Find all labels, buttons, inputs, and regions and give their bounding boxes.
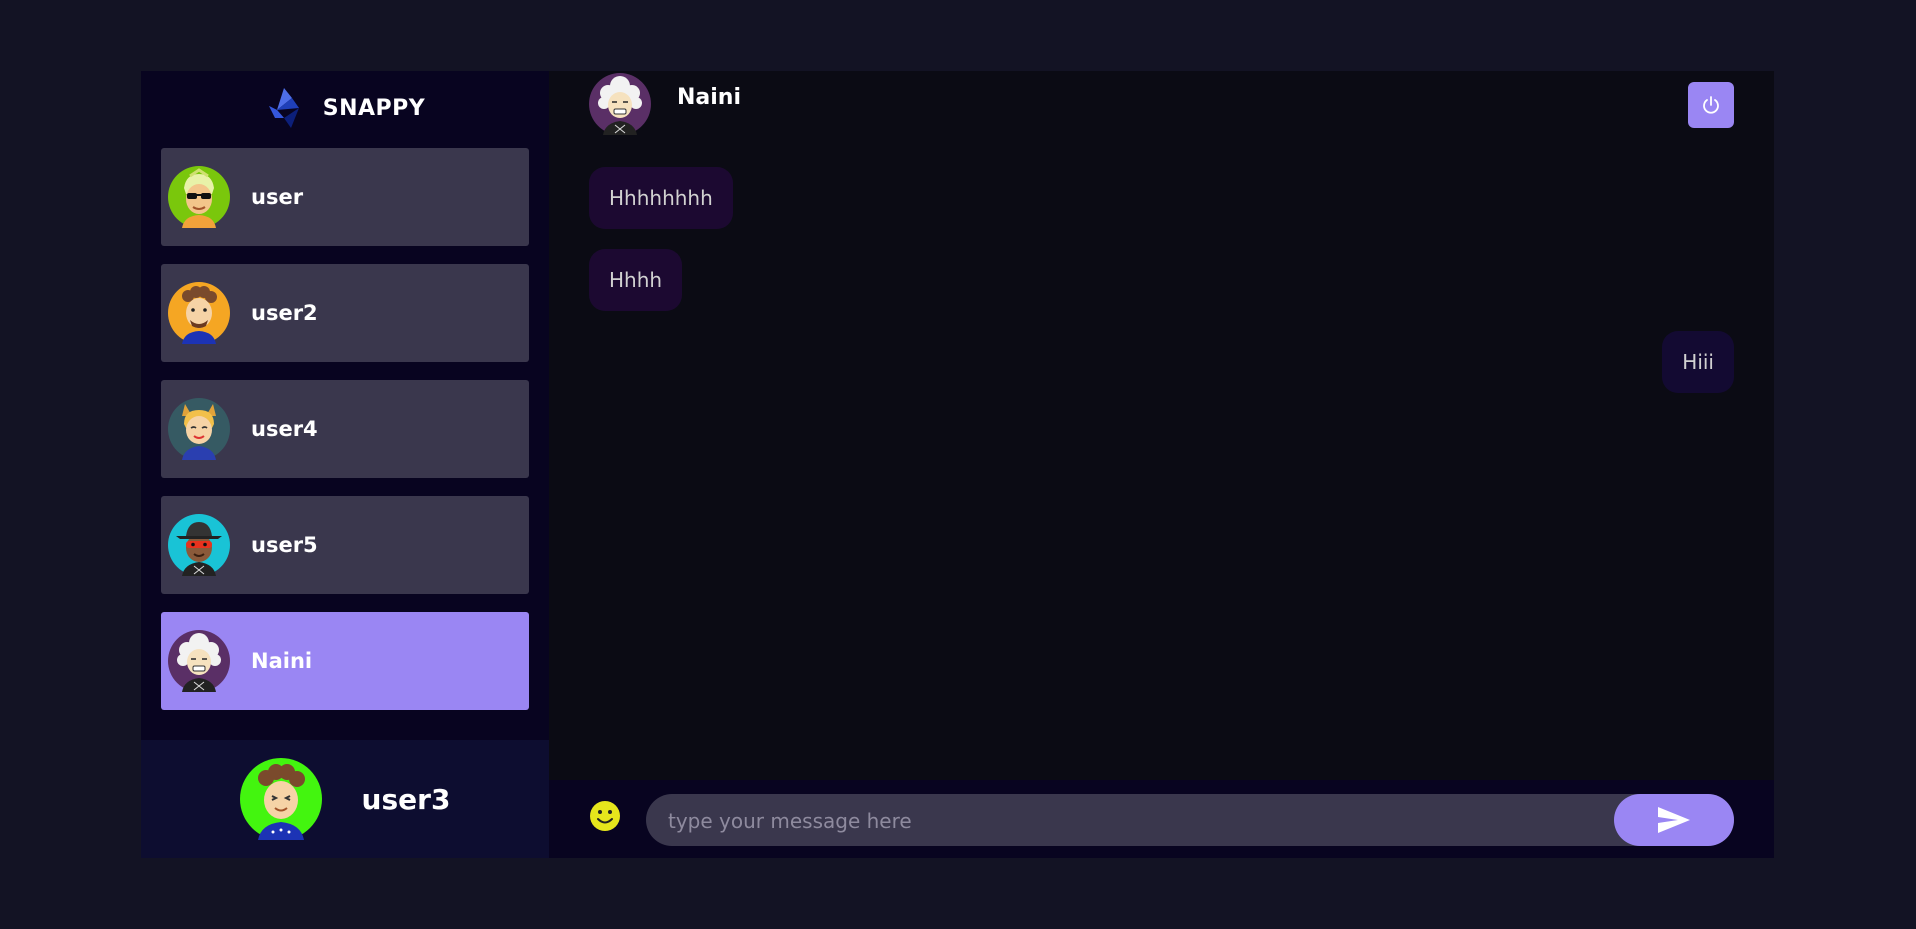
avatar-white-hair-icon [589,73,651,135]
contacts-sidebar: SNAPPY user user2 user4 user5 Naini user… [141,71,549,858]
contact-name: user [251,185,304,209]
current-user-name: user3 [361,782,451,816]
avatar-white-hair-icon [168,630,230,692]
contact-item-naini[interactable]: Naini [161,612,529,710]
avatar-curly-hair-icon [239,758,322,840]
chat-app: SNAPPY user user2 user4 user5 Naini user… [141,71,1774,858]
power-icon [1703,96,1719,114]
logout-button[interactable] [1688,82,1734,128]
message-received: Hhhh [589,249,1734,311]
avatar-cat-ears-icon [168,398,230,460]
send-button[interactable] [1614,794,1734,846]
message-bubble: Hhhh [589,249,683,311]
contact-item-user2[interactable]: user2 [161,264,529,362]
send-icon [1658,807,1690,833]
chat-header: Naini [549,71,1774,141]
snappy-logo-icon [268,88,299,128]
contact-item-user4[interactable]: user4 [161,380,529,478]
contact-item-user5[interactable]: user5 [161,496,529,594]
current-user-panel: user3 [141,740,549,858]
avatar-sunglasses-icon [168,166,230,228]
brand-name: SNAPPY [322,95,426,121]
contact-item-user[interactable]: user [161,148,529,246]
avatar-curly-hair-icon [168,282,230,344]
brand: SNAPPY [141,71,549,145]
message-bubble: Hhhhhhhh [589,167,733,229]
message-input[interactable] [666,794,1598,848]
emoji-smile-icon[interactable] [589,800,621,832]
contact-name: user2 [251,301,318,325]
message-bubble: Hiii [1662,331,1734,393]
message-input-container [646,794,1734,848]
message-sent: Hiii [589,331,1734,393]
message-received: Hhhhhhhh [589,167,1734,229]
message-list: Hhhhhhhh Hhhh Hiii [589,167,1734,413]
chat-input-area [549,780,1774,858]
contact-name: Naini [251,649,313,673]
contact-name: user5 [251,533,318,557]
chat-header-name: Naini [677,85,742,110]
chat-panel: Naini Hhhhhhhh Hhhh Hiii [549,71,1774,858]
contact-name: user4 [251,417,318,441]
avatar-fedora-mask-icon [168,514,230,576]
contact-list: user user2 user4 user5 Naini [161,148,529,728]
